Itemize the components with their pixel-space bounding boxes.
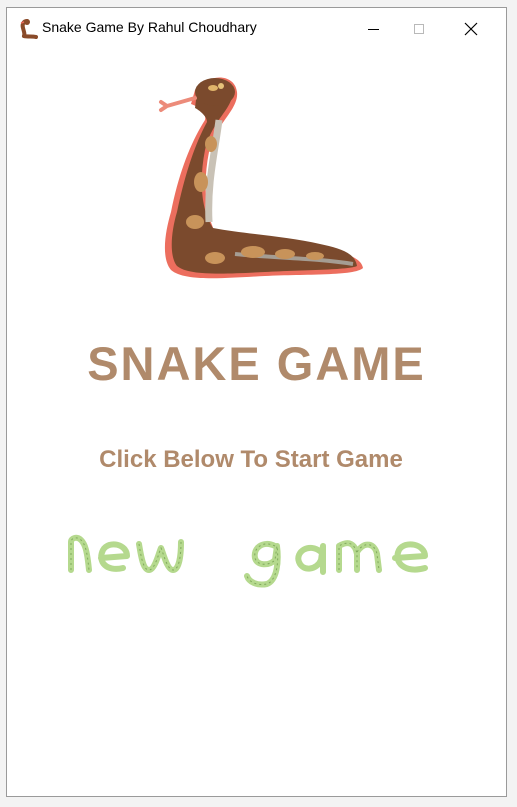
new-game-button[interactable]: [57, 522, 461, 592]
snake-icon: [20, 19, 38, 39]
game-title: SNAKE GAME: [87, 337, 426, 390]
maximize-icon: [414, 24, 424, 34]
minimize-icon: [367, 28, 379, 30]
close-button[interactable]: [448, 8, 494, 50]
close-icon: [464, 22, 478, 36]
window-title: Snake Game By Rahul Choudhary: [42, 19, 257, 35]
menu-screen: SNAKE GAME Click Below To Start Game: [7, 50, 506, 796]
app-window: Snake Game By Rahul Choudhary SNAKE GAME…: [6, 7, 507, 797]
maximize-button[interactable]: [396, 8, 442, 50]
title-bar[interactable]: Snake Game By Rahul Choudhary: [7, 8, 506, 50]
start-instruction: Click Below To Start Game: [99, 446, 403, 473]
snake-illustration: [159, 77, 363, 279]
minimize-button[interactable]: [350, 8, 396, 50]
